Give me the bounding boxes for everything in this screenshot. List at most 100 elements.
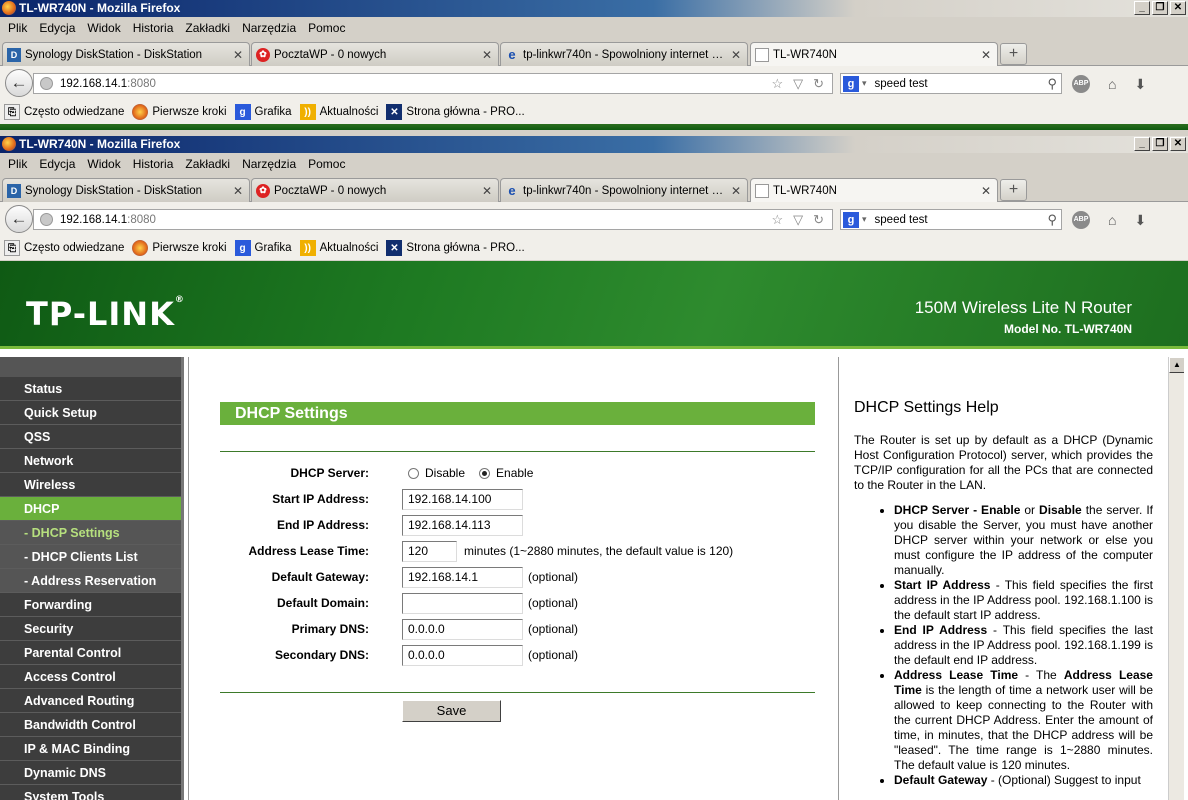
search-engine-dropdown-icon[interactable]: ▾ [862,214,867,225]
lease-time-input[interactable]: 120 [402,540,457,562]
url-bar[interactable]: 192.168.14.1:8080 ☆ ▽ ↻ [33,73,833,94]
bookmark-pierwsze-kroki[interactable]: Pierwsze kroki [132,104,227,120]
maximize-button[interactable]: ❐ [1152,137,1168,151]
tab-close-icon[interactable]: ✕ [981,184,991,198]
menu-pomoc[interactable]: Pomoc [302,157,351,171]
menu-zakladki[interactable]: Zakładki [179,21,236,35]
bookmark-strona-glowna[interactable]: ✕ Strona główna - PRO... [386,240,525,256]
sidebar-item-dhcp[interactable]: DHCP [0,497,181,521]
reload-icon[interactable]: ↻ [813,76,824,92]
sidebar-item-bandwidth-control[interactable]: Bandwidth Control [0,713,181,737]
google-icon[interactable]: g [843,211,859,228]
sidebar-item-parental-control[interactable]: Parental Control [0,641,181,665]
search-input[interactable]: speed test [875,214,928,226]
menu-pomoc[interactable]: Pomoc [302,21,351,35]
minimize-button[interactable]: _ [1134,137,1150,151]
menu-historia[interactable]: Historia [127,157,180,171]
tab-close-icon[interactable]: ✕ [731,184,741,198]
disable-radio[interactable] [408,467,419,479]
save-button[interactable]: Save [402,700,501,722]
dropdown-arrow-icon[interactable]: ▽ [793,212,803,228]
bookmark-grafika[interactable]: g Grafika [234,240,292,256]
search-input[interactable]: speed test [875,78,928,90]
tab-tplink-forum[interactable]: e tp-linkwr740n - Spowolniony internet o… [500,178,748,202]
tab-close-icon[interactable]: ✕ [233,48,243,62]
menu-narzedzia[interactable]: Narzędzia [236,157,302,171]
bookmark-czesto-odwiedzane[interactable]: ⎘ Często odwiedzane [4,104,124,120]
menu-widok[interactable]: Widok [81,157,126,171]
bookmark-aktualnosci[interactable]: )) Aktualności [299,240,378,256]
search-box[interactable]: g ▾ speed test ⚲ [840,209,1062,230]
sidebar-item-access-control[interactable]: Access Control [0,665,181,689]
scroll-up-icon[interactable]: ▲ [1169,357,1184,373]
download-icon[interactable]: ⬇ [1134,212,1146,229]
back-button[interactable]: ← [5,205,33,233]
search-icon[interactable]: ⚲ [1047,212,1057,228]
close-button[interactable]: ✕ [1170,137,1186,151]
bookmark-star-icon[interactable]: ☆ [771,76,783,92]
new-tab-button[interactable]: + [1000,179,1027,201]
bookmark-star-icon[interactable]: ☆ [771,212,783,228]
sidebar-item-advanced-routing[interactable]: Advanced Routing [0,689,181,713]
menu-narzedzia[interactable]: Narzędzia [236,21,302,35]
end-ip-input[interactable]: 192.168.14.113 [402,514,523,536]
minimize-button[interactable]: _ [1134,1,1150,15]
sidebar-item-quick-setup[interactable]: Quick Setup [0,401,181,425]
sidebar-item-wireless[interactable]: Wireless [0,473,181,497]
sidebar-item-dhcp-settings[interactable]: - DHCP Settings [0,521,181,545]
menu-plik[interactable]: Plik [2,21,33,35]
secondary-dns-input[interactable]: 0.0.0.0 [402,644,523,666]
back-button[interactable]: ← [5,69,33,97]
url-bar[interactable]: 192.168.14.1:8080 ☆ ▽ ↻ [33,209,833,230]
google-icon[interactable]: g [843,75,859,92]
bookmark-grafika[interactable]: g Grafika [234,104,292,120]
sidebar-item-network[interactable]: Network [0,449,181,473]
new-tab-button[interactable]: + [1000,43,1027,65]
gateway-input[interactable]: 192.168.14.1 [402,566,523,588]
home-icon[interactable]: ⌂ [1108,76,1116,92]
tab-close-icon[interactable]: ✕ [482,184,492,198]
tab-tlwr740n[interactable]: TL-WR740N ✕ [750,178,998,203]
tab-poczta[interactable]: ✿ PocztaWP - 0 nowych ✕ [251,42,499,66]
bookmark-strona-glowna[interactable]: ✕ Strona główna - PRO... [386,104,525,120]
tab-close-icon[interactable]: ✕ [981,48,991,62]
tab-diskstation[interactable]: D Synology DiskStation - DiskStation ✕ [2,178,250,202]
sidebar-item-qss[interactable]: QSS [0,425,181,449]
bookmark-pierwsze-kroki[interactable]: Pierwsze kroki [132,240,227,256]
sidebar-item-address-reservation[interactable]: - Address Reservation [0,569,181,593]
sidebar-item-security[interactable]: Security [0,617,181,641]
maximize-button[interactable]: ❐ [1152,1,1168,15]
menu-widok[interactable]: Widok [81,21,126,35]
start-ip-input[interactable]: 192.168.14.100 [402,488,523,510]
tab-close-icon[interactable]: ✕ [731,48,741,62]
bookmark-czesto-odwiedzane[interactable]: ⎘ Często odwiedzane [4,240,124,256]
sidebar-item-forwarding[interactable]: Forwarding [0,593,181,617]
bookmark-aktualnosci[interactable]: )) Aktualności [299,104,378,120]
search-box[interactable]: g ▾ speed test ⚲ [840,73,1062,94]
close-button[interactable]: ✕ [1170,1,1186,15]
tab-close-icon[interactable]: ✕ [482,48,492,62]
primary-dns-input[interactable]: 0.0.0.0 [402,618,523,640]
tab-tlwr740n[interactable]: TL-WR740N ✕ [750,42,998,67]
domain-input[interactable] [402,592,523,614]
sidebar-item-status[interactable]: Status [0,377,181,401]
sidebar-item-dhcp-clients-list[interactable]: - DHCP Clients List [0,545,181,569]
sidebar-item-ip-mac-binding[interactable]: IP & MAC Binding [0,737,181,761]
reload-icon[interactable]: ↻ [813,212,824,228]
tab-close-icon[interactable]: ✕ [233,184,243,198]
home-icon[interactable]: ⌂ [1108,212,1116,228]
adblock-icon[interactable]: ABP [1072,75,1090,93]
tab-tplink-forum[interactable]: e tp-linkwr740n - Spowolniony internet o… [500,42,748,66]
menu-historia[interactable]: Historia [127,21,180,35]
help-scrollbar[interactable]: ▲ [1168,357,1184,800]
search-engine-dropdown-icon[interactable]: ▾ [862,78,867,89]
menu-plik[interactable]: Plik [2,157,33,171]
menu-edycja[interactable]: Edycja [33,21,81,35]
download-icon[interactable]: ⬇ [1134,76,1146,93]
enable-radio[interactable] [479,467,491,479]
sidebar-item-system-tools[interactable]: System Tools [0,785,181,800]
search-icon[interactable]: ⚲ [1047,76,1057,92]
tab-diskstation[interactable]: D Synology DiskStation - DiskStation ✕ [2,42,250,66]
dropdown-arrow-icon[interactable]: ▽ [793,76,803,92]
menu-zakladki[interactable]: Zakładki [179,157,236,171]
